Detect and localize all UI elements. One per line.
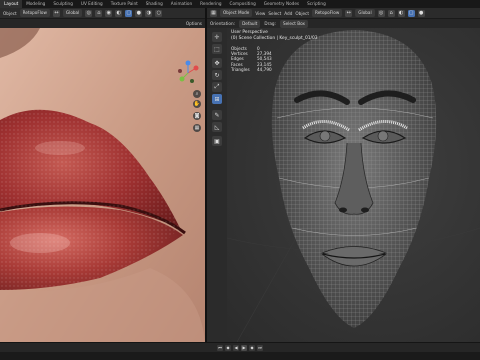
- prev-keyframe-icon[interactable]: ◆: [225, 344, 231, 351]
- face-wireframe-mesh: [227, 30, 480, 342]
- drag-label: Drag:: [264, 21, 276, 26]
- drag-select-box-dropdown[interactable]: Select Box: [279, 19, 309, 28]
- xray-icon[interactable]: ▢: [407, 9, 415, 17]
- menu-select[interactable]: Select: [268, 11, 281, 16]
- retopoflow-dropdown[interactable]: RetopoFlow: [312, 9, 343, 17]
- menu-add[interactable]: Add: [284, 11, 292, 16]
- overlay-icon[interactable]: ◐: [115, 9, 123, 17]
- workspace-tab-texture-paint[interactable]: Texture Paint: [107, 0, 142, 8]
- shading-render-icon[interactable]: ○: [155, 9, 163, 17]
- transform-icon[interactable]: ⊞: [212, 94, 222, 104]
- left-viewport-header: Object RetopoFlow ↔ Global ◎ ⌂ ◉ ◐ ▢ ● ◑…: [0, 8, 205, 19]
- object-mode-dropdown-right[interactable]: Object Mode: [220, 9, 253, 17]
- snap-icon[interactable]: ⌂: [95, 9, 103, 17]
- shading-solid-icon[interactable]: ●: [135, 9, 143, 17]
- object-menu[interactable]: Object: [3, 11, 17, 16]
- play-icon[interactable]: ▶: [241, 344, 247, 351]
- grid-icon[interactable]: ▦: [193, 124, 201, 132]
- scene-statistics: Objects 0 Vertices 27,394 Edges 50,543 Face…: [231, 46, 272, 72]
- workspace-tab-bar: Layout Modeling Sculpting UV Editing Tex…: [0, 0, 480, 8]
- overlay-icon[interactable]: ◐: [397, 9, 405, 17]
- workspace-tab-layout[interactable]: Layout: [0, 0, 23, 8]
- navigation-gizmo[interactable]: [175, 60, 201, 86]
- rotate-icon[interactable]: ↻: [212, 70, 222, 80]
- add-cube-icon[interactable]: ▣: [212, 136, 222, 146]
- workspace-tab-sculpting[interactable]: Sculpting: [49, 0, 77, 8]
- left-subheader: Options: [0, 19, 205, 28]
- wireframe-viewport[interactable]: [227, 28, 480, 342]
- pivot-icon[interactable]: ◎: [377, 9, 385, 17]
- orientation-dropdown-right[interactable]: Global: [355, 9, 375, 17]
- proportional-icon[interactable]: ◉: [105, 9, 113, 17]
- workspace-tab-animation[interactable]: Animation: [167, 0, 196, 8]
- axis-icon[interactable]: ↔: [345, 9, 353, 17]
- workspace-tab-shading[interactable]: Shading: [142, 0, 167, 8]
- stat-value: 44,790: [257, 66, 272, 72]
- shading-solid-icon[interactable]: ●: [417, 9, 425, 17]
- jump-end-icon[interactable]: ⏭: [257, 344, 263, 351]
- orientation-label: Orientation:: [210, 21, 236, 26]
- viewport-info: User Perspective (0) Scene Collection | …: [231, 30, 318, 42]
- editor-type-icon[interactable]: ▦: [210, 9, 217, 17]
- workspace-tab-rendering[interactable]: Rendering: [196, 0, 225, 8]
- select-icon[interactable]: ⬚: [212, 44, 222, 54]
- shading-material-icon[interactable]: ◑: [145, 9, 153, 17]
- orientation-default-dropdown[interactable]: Default: [239, 19, 261, 28]
- options-menu[interactable]: Options: [186, 21, 202, 26]
- workspace-tab-compositing[interactable]: Compositing: [226, 0, 260, 8]
- xray-icon[interactable]: ▢: [125, 9, 133, 17]
- play-reverse-icon[interactable]: ◀: [233, 344, 239, 351]
- right-subheader: Orientation: Default Drag: Select Box: [207, 19, 480, 28]
- axis-icon[interactable]: ↔: [52, 9, 60, 17]
- workspace-tab-modeling[interactable]: Modeling: [22, 0, 49, 8]
- snap-icon[interactable]: ⌂: [387, 9, 395, 17]
- status-bar: [0, 352, 480, 360]
- render-viewport[interactable]: ⌕ ✋ ◙ ▦: [0, 28, 205, 342]
- zoom-icon[interactable]: ⌕: [193, 90, 201, 98]
- jump-start-icon[interactable]: ⏮: [217, 344, 223, 351]
- collection-label: (0) Scene Collection | Key_sculpt_01/03: [231, 36, 318, 41]
- right-viewport-header: ▦ Object Mode View Select Add Object Ret…: [207, 8, 480, 19]
- camera-icon[interactable]: ◙: [193, 112, 201, 120]
- cursor-icon[interactable]: ✛: [212, 32, 222, 42]
- workspace-tab-geometry-nodes[interactable]: Geometry Nodes: [260, 0, 303, 8]
- measure-icon[interactable]: ◺: [212, 122, 222, 132]
- timeline-controls: ⏮ ◆ ◀ ▶ ◆ ⏭: [0, 342, 480, 352]
- menu-view[interactable]: View: [255, 11, 265, 16]
- pan-hand-icon[interactable]: ✋: [193, 100, 201, 108]
- move-icon[interactable]: ✥: [212, 58, 222, 68]
- annotate-icon[interactable]: ✎: [212, 110, 222, 120]
- next-keyframe-icon[interactable]: ◆: [249, 344, 255, 351]
- menu-object[interactable]: Object: [295, 11, 309, 16]
- workspace-tab-uv-editing[interactable]: UV Editing: [77, 0, 107, 8]
- tool-shelf: ✛ ⬚ ✥ ↻ ⤢ ⊞ ✎ ◺ ▣: [207, 28, 227, 342]
- stat-row: Triangles 44,790: [231, 67, 272, 72]
- orientation-dropdown[interactable]: Global: [62, 9, 83, 17]
- stat-label: Triangles: [231, 66, 250, 72]
- scale-icon[interactable]: ⤢: [212, 82, 222, 92]
- pivot-icon[interactable]: ◎: [85, 9, 93, 17]
- workspace-tab-scripting[interactable]: Scripting: [303, 0, 330, 8]
- object-mode-dropdown[interactable]: RetopoFlow: [19, 9, 50, 17]
